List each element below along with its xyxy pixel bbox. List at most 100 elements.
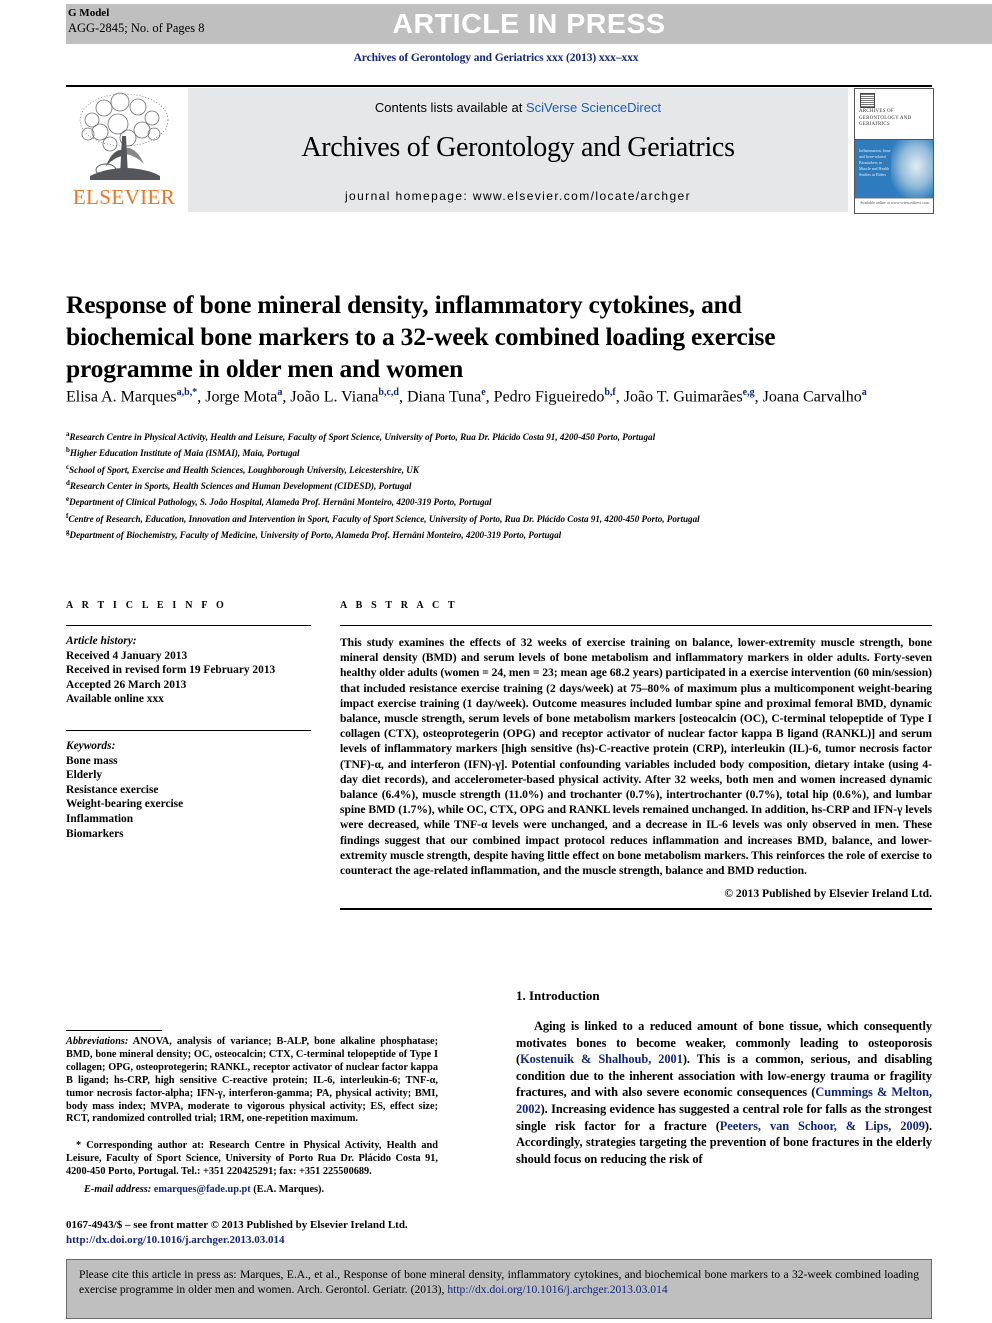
g-model-id: AGG-2845; No. of Pages 8 <box>68 20 205 35</box>
cover-header: ARCHIVES OF GERONTOLOGY AND GERIATRICS <box>855 89 933 140</box>
inline-citation-link[interactable]: Kostenuik & Shalhoub, 2001 <box>520 1052 683 1066</box>
citation-box: Please cite this article in press as: Ma… <box>66 1259 932 1319</box>
masthead-center-panel: Contents lists available at SciVerse Sci… <box>188 88 848 212</box>
affiliation-text: Centre of Research, Education, Innovatio… <box>68 513 700 524</box>
abstract-text: This study examines the effects of 32 we… <box>340 636 932 878</box>
journal-cover-thumbnail: ARCHIVES OF GERONTOLOGY AND GERIATRICS I… <box>854 88 934 214</box>
article-info-rule-2 <box>66 729 311 731</box>
journal-title: Archives of Gerontology and Geriatrics <box>301 132 735 163</box>
keywords-block: Keywords: Bone mass Elderly Resistance exe… <box>66 739 311 841</box>
affiliation-item: fCentre of Research, Education, Innovati… <box>66 510 896 526</box>
author-affiliation-marker: e <box>481 387 486 398</box>
article-history-item: Received in revised form 19 February 201… <box>66 664 276 677</box>
cover-artwork: Inflammation, bone and bone-related Biom… <box>855 140 933 198</box>
email-owner: (E.A. Marques). <box>253 1184 325 1195</box>
author-affiliation-marker: a <box>277 387 283 398</box>
cover-face-image <box>891 140 933 198</box>
introduction-heading: 1. Introduction <box>516 988 600 1003</box>
abstract-heading: A B S T R A C T <box>340 600 458 611</box>
g-model-label: G Model <box>68 7 110 19</box>
author-name: João L. Viana <box>290 388 379 406</box>
affiliation-text: Department of Biochemistry, Faculty of M… <box>69 530 562 540</box>
doi-link[interactable]: http://dx.doi.org/10.1016/j.archger.2013… <box>66 1234 284 1246</box>
email-link[interactable]: emarques@fade.up.pt <box>154 1184 251 1195</box>
citation-text: Please cite this article in press as: Ma… <box>79 1267 919 1298</box>
keyword-item: Inflammation <box>66 812 134 825</box>
affiliation-text: School of Sport, Exercise and Health Sci… <box>69 464 419 475</box>
article-history-item: Accepted 26 March 2013 <box>66 678 187 691</box>
journal-reference-line: Archives of Gerontology and Geriatrics x… <box>353 52 639 64</box>
g-model-block: G Model AGG-2845; No. of Pages 8 <box>68 6 204 35</box>
article-info-section: A R T I C L E I N F O Article history: R… <box>66 600 311 841</box>
abbreviations-label: Abbreviations: <box>66 1036 129 1047</box>
affiliation-text: Higher Education Institute of Maia (ISMA… <box>69 448 300 459</box>
page-title: Response of bone mineral density, inflam… <box>66 290 776 384</box>
article-in-press-banner: ARTICLE IN PRESS <box>66 4 992 44</box>
contents-available-line: Contents lists available at SciVerse Sci… <box>188 100 848 115</box>
contents-prefix: Contents lists available at <box>374 100 523 115</box>
affiliation-item: dResearch Center in Sports, Health Scien… <box>66 477 896 493</box>
email-label: E-mail address: <box>84 1184 152 1195</box>
author-affiliation-marker: a,b,* <box>176 387 198 398</box>
affiliation-item: gDepartment of Biochemistry, Faculty of … <box>66 526 896 542</box>
abstract-rule-top <box>340 625 932 626</box>
corresponding-author-note: * Corresponding author at: Research Cent… <box>66 1140 438 1177</box>
keyword-item: Biomarkers <box>66 827 124 840</box>
affiliation-item: bHigher Education Institute of Maia (ISM… <box>66 444 896 460</box>
author-name: Joana Carvalho <box>762 388 862 406</box>
sciencedirect-link[interactable]: SciVerse ScienceDirect <box>526 100 661 115</box>
affiliation-item: eDepartment of Clinical Pathology, S. Jo… <box>66 493 896 509</box>
cover-footer-text: Available online at www.sciencedirect.co… <box>859 200 929 205</box>
article-info-rule-1 <box>66 625 311 626</box>
issn-front-matter: 0167-4943/$ – see front matter © 2013 Pu… <box>66 1218 408 1247</box>
abstract-section: A B S T R A C T This study examines the … <box>340 600 932 911</box>
author-affiliation-marker: e,g <box>742 387 755 398</box>
author-affiliation-marker: a <box>861 387 867 398</box>
cover-blurb-text: Inflammation, bone and bone-related Biom… <box>859 148 891 177</box>
author-name: Elisa A. Marques <box>66 388 177 406</box>
elsevier-logo: ELSEVIER <box>66 88 182 212</box>
affiliation-item: aResearch Centre in Physical Activity, H… <box>66 428 896 444</box>
abbreviations-note: Abbreviations: ANOVA, analysis of varian… <box>66 1036 438 1126</box>
affiliation-text: Department of Clinical Pathology, S. Joã… <box>69 497 492 508</box>
journal-homepage-line[interactable]: journal homepage: www.elsevier.com/locat… <box>188 189 848 203</box>
article-history-label: Article history: <box>66 635 137 647</box>
elsevier-wordmark: ELSEVIER <box>72 185 176 209</box>
article-info-heading: A R T I C L E I N F O <box>66 600 227 611</box>
email-note: E-mail address: emarques@fade.up.pt (E.A… <box>66 1184 438 1197</box>
introduction-paragraph: Aging is linked to a reduced amount of b… <box>516 1018 932 1167</box>
article-history-item: Received 4 January 2013 <box>66 649 188 662</box>
article-history-block: Article history: Received 4 January 2013… <box>66 634 311 707</box>
masthead-top-rule <box>66 85 932 87</box>
keyword-item: Elderly <box>66 769 103 782</box>
author-name: Pedro Figueiredo <box>493 388 605 406</box>
keyword-item: Weight-bearing exercise <box>66 798 184 811</box>
author-affiliation-marker: b,f <box>604 387 616 398</box>
author-affiliation-marker: b,c,d <box>378 387 399 398</box>
citation-doi-link[interactable]: http://dx.doi.org/10.1016/j.archger.2013… <box>447 1283 667 1296</box>
author-list: Elisa A. Marquesa,b,*, Jorge Motaa, João… <box>66 387 867 406</box>
issn-line: 0167-4943/$ – see front matter © 2013 Pu… <box>66 1219 408 1231</box>
keyword-item: Resistance exercise <box>66 783 159 796</box>
abstract-copyright: © 2013 Published by Elsevier Ireland Ltd… <box>724 887 932 901</box>
abbreviations-text: ANOVA, analysis of variance; B-ALP, bone… <box>66 1036 438 1125</box>
inline-citation-link[interactable]: Peeters, van Schoor, & Lips, 2009 <box>720 1119 925 1133</box>
keyword-item: Bone mass <box>66 754 118 767</box>
keywords-label: Keywords: <box>66 739 116 752</box>
affiliation-text: Research Centre in Physical Activity, He… <box>69 432 656 443</box>
affiliation-text: Research Center in Sports, Health Scienc… <box>69 481 412 492</box>
footnote-separator <box>66 1030 162 1031</box>
author-name: Diana Tuna <box>406 388 482 406</box>
elsevier-tree-icon <box>79 92 169 180</box>
affiliation-item: cSchool of Sport, Exercise and Health Sc… <box>66 461 896 477</box>
cover-journal-title: ARCHIVES OF GERONTOLOGY AND GERIATRICS <box>859 109 912 127</box>
author-name: Jorge Mota <box>205 388 278 406</box>
article-page: ARTICLE IN PRESS G Model AGG-2845; No. o… <box>0 0 992 1323</box>
cover-footer: Available online at www.sciencedirect.co… <box>855 198 933 213</box>
affiliation-list: aResearch Centre in Physical Activity, H… <box>66 428 896 542</box>
author-name: João T. Guimarães <box>623 388 743 406</box>
journal-masthead: ELSEVIER Contents lists available at Sci… <box>66 88 934 214</box>
cover-mini-icon <box>860 93 875 108</box>
abstract-rule-bottom <box>340 908 932 911</box>
article-history-item: Available online xxx <box>66 693 164 706</box>
